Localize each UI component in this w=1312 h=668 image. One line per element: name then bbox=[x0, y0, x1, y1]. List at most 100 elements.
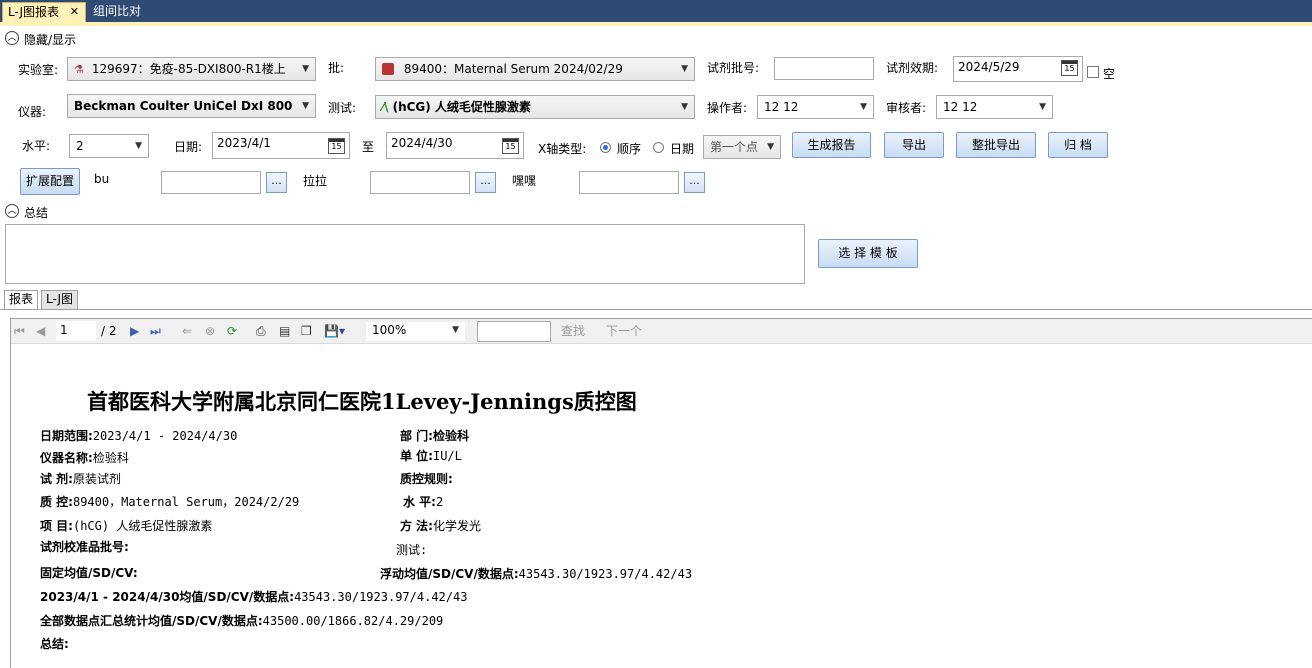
reagent-expiry-date[interactable]: 2024/5/29 15 bbox=[953, 56, 1083, 82]
empty-checkbox[interactable] bbox=[1087, 66, 1099, 78]
batch-label: 批: bbox=[328, 61, 345, 75]
export-button[interactable]: 导出 bbox=[884, 132, 944, 158]
range-mean-row: 2023/4/1 - 2024/4/30均值/SD/CV/数据点:43543.3… bbox=[40, 590, 468, 604]
zoom-value: 100% bbox=[372, 323, 407, 337]
refresh-icon[interactable]: ⟳ bbox=[227, 319, 237, 343]
test-value: (hCG) 人绒毛促性腺激素 bbox=[392, 100, 531, 114]
instrument-label: 仪器: bbox=[18, 105, 47, 119]
calendar-icon[interactable]: 15 bbox=[328, 138, 345, 154]
all-points-mean-row: 全部数据点汇总统计均值/SD/CV/数据点:43500.00/1866.82/4… bbox=[40, 614, 444, 628]
point-value: 第一个点 bbox=[710, 140, 759, 154]
instrument-name-row: 仪器名称:检验科 bbox=[40, 451, 129, 465]
radio-date-label: 日期 bbox=[670, 142, 695, 156]
chevron-down-icon: ▼ bbox=[860, 102, 867, 112]
level-value: 2 bbox=[76, 139, 84, 153]
summary-textarea[interactable] bbox=[5, 224, 805, 284]
batch-value: 89400：Maternal Serum 2024/02/29 bbox=[403, 62, 623, 76]
find-next-link[interactable]: 下一个 bbox=[606, 319, 642, 343]
last-page-icon[interactable]: ⏭ bbox=[150, 319, 161, 343]
select-template-button[interactable]: 选 择 模 板 bbox=[818, 239, 918, 268]
test-select[interactable]: ⁄\ (hCG) 人绒毛促性腺激素 ▼ bbox=[375, 95, 695, 119]
date-range-row: 日期范围:2023/4/1 - 2024/4/30 bbox=[40, 429, 238, 443]
reviewer-value: 12 12 bbox=[943, 100, 978, 114]
batch-select[interactable]: 89400：Maternal Serum 2024/02/29 ▼ bbox=[375, 57, 695, 81]
page-setup-icon[interactable]: ❐ bbox=[301, 319, 312, 343]
collapse-icon[interactable]: ︿ bbox=[5, 204, 19, 218]
reviewer-label: 审核者: bbox=[886, 101, 927, 115]
batch-icon bbox=[382, 63, 394, 75]
lab-select[interactable]: ⚗ 129697：免疫-85-DXI800-R1楼上 ▼ bbox=[67, 57, 316, 81]
collapse-icon[interactable]: ︿ bbox=[5, 31, 19, 45]
level-select[interactable]: 2 ▼ bbox=[69, 134, 149, 158]
lab-label: 实验室: bbox=[18, 63, 59, 77]
summary-row: 总结: bbox=[40, 637, 69, 651]
close-icon[interactable]: ✕ bbox=[70, 3, 79, 21]
chevron-down-icon: ▼ bbox=[1039, 102, 1046, 112]
summary-section-label: 总结 bbox=[24, 206, 49, 220]
chevron-down-icon: ▼ bbox=[452, 325, 459, 335]
test-icon: ⁄\ bbox=[382, 100, 389, 114]
date-from[interactable]: 2023/4/1 15 bbox=[212, 132, 350, 159]
reagent-expiry-label: 试剂效期: bbox=[886, 61, 939, 75]
instrument-select[interactable]: Beckman Coulter UniCel DxI 800 ▼ bbox=[67, 94, 316, 118]
print-icon[interactable]: ⎙ bbox=[256, 319, 266, 343]
reagent-expiry-value: 2024/5/29 bbox=[958, 60, 1020, 74]
ext-field-1-browse-button[interactable]: ... bbox=[266, 172, 287, 193]
tab-divider bbox=[0, 309, 1312, 310]
generate-report-button[interactable]: 生成报告 bbox=[792, 132, 871, 158]
calendar-icon[interactable]: 15 bbox=[1061, 60, 1078, 76]
ext-field-2-browse-button[interactable]: ... bbox=[475, 172, 496, 193]
date-to[interactable]: 2024/4/30 15 bbox=[386, 132, 524, 159]
reagent-row: 试 剂:原装试剂 bbox=[40, 472, 121, 486]
first-page-icon[interactable]: ⏮ bbox=[14, 319, 25, 343]
operator-label: 操作者: bbox=[707, 101, 748, 115]
next-page-icon[interactable]: ▶ bbox=[130, 319, 139, 343]
instrument-value: Beckman Coulter UniCel DxI 800 bbox=[74, 99, 293, 113]
extended-config-button[interactable]: 扩展配置 bbox=[20, 168, 80, 195]
item-row: 项 目:(hCG) 人绒毛促性腺激素 bbox=[40, 519, 213, 533]
toggle-label: 隐藏/显示 bbox=[24, 33, 77, 47]
test-row: 测试: bbox=[396, 543, 428, 557]
print-layout-icon[interactable]: ▤ bbox=[279, 319, 290, 343]
qc-rule-row: 质控规则: bbox=[400, 472, 453, 486]
find-input[interactable] bbox=[477, 321, 551, 342]
level-row: 水 平:2 bbox=[403, 495, 444, 509]
chevron-down-icon: ▼ bbox=[681, 64, 688, 74]
method-row: 方 法:化学发光 bbox=[400, 519, 481, 533]
page-number-input[interactable]: 1 bbox=[56, 321, 96, 341]
reagent-lot-label: 试剂批号: bbox=[707, 61, 760, 75]
point-select[interactable]: 第一个点 ▼ bbox=[703, 135, 781, 159]
radio-sequence-label: 顺序 bbox=[617, 142, 642, 156]
calendar-icon[interactable]: 15 bbox=[502, 138, 519, 154]
qc-row: 质 控:89400，Maternal Serum，2024/2/29 bbox=[40, 495, 300, 509]
tab-report[interactable]: 报表 bbox=[4, 290, 39, 309]
reviewer-select[interactable]: 12 12 ▼ bbox=[936, 95, 1053, 119]
tab-underline bbox=[0, 22, 1312, 26]
back-icon[interactable]: ⇐ bbox=[182, 319, 192, 343]
ext-field-3-input[interactable] bbox=[579, 171, 679, 194]
lab-value: 129697：免疫-85-DXI800-R1楼上 bbox=[91, 62, 286, 76]
date-label: 日期: bbox=[174, 140, 203, 154]
batch-export-button[interactable]: 整批导出 bbox=[956, 132, 1036, 158]
prev-page-icon[interactable]: ◀ bbox=[36, 319, 45, 343]
ext-field-1-input[interactable] bbox=[161, 171, 261, 194]
find-link[interactable]: 查找 bbox=[561, 319, 585, 343]
reagent-lot-input[interactable] bbox=[774, 57, 874, 80]
export-save-icon[interactable]: 💾▾ bbox=[324, 319, 345, 343]
lab-icon: ⚗ bbox=[74, 63, 84, 76]
department-row: 部 门:检验科 bbox=[400, 429, 469, 443]
archive-button[interactable]: 归 档 bbox=[1048, 132, 1108, 158]
document-tab-bar bbox=[0, 0, 1312, 22]
operator-select[interactable]: 12 12 ▼ bbox=[757, 95, 874, 119]
stop-icon[interactable]: ⊗ bbox=[205, 319, 215, 343]
ext-field-2-label: 拉拉 bbox=[303, 174, 328, 188]
radio-sequence[interactable] bbox=[600, 142, 611, 153]
ext-field-2-input[interactable] bbox=[370, 171, 470, 194]
ext-field-3-browse-button[interactable]: ... bbox=[684, 172, 705, 193]
zoom-select[interactable]: 100% ▼ bbox=[366, 322, 465, 341]
radio-date[interactable] bbox=[653, 142, 664, 153]
tab-lj-report[interactable]: L-J图报表 ✕ bbox=[2, 2, 86, 22]
tab-group-compare[interactable]: 组间比对 bbox=[88, 2, 148, 22]
tab-lj-chart[interactable]: L-J图 bbox=[41, 290, 79, 309]
x-axis-type-label: X轴类型: bbox=[538, 142, 587, 156]
